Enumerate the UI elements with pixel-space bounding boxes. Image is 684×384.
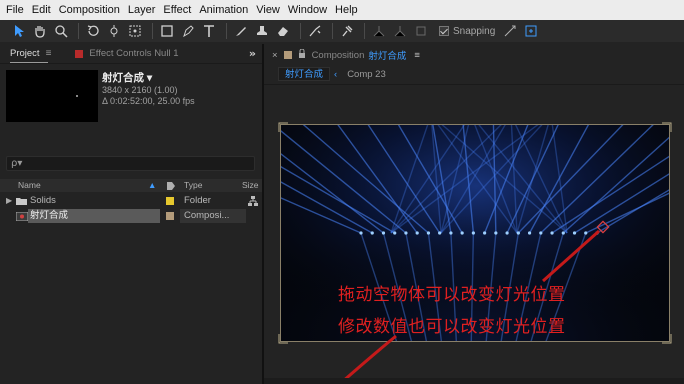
rotate-tool-icon[interactable]: [84, 22, 102, 40]
snap-features-icon[interactable]: [522, 22, 540, 40]
column-type[interactable]: Type: [184, 180, 202, 190]
roto-brush-icon[interactable]: [306, 22, 324, 40]
menu-layer[interactable]: Layer: [126, 4, 162, 16]
effect-controls-color-icon: [75, 49, 84, 58]
puppet-pin-icon[interactable]: [338, 22, 356, 40]
flowchart-icon[interactable]: [248, 196, 258, 209]
snapping-label: Snapping: [453, 25, 496, 37]
menu-edit[interactable]: Edit: [30, 4, 57, 16]
project-panel: Project ≡ Effect Controls Null 1 » 射灯合成 …: [0, 44, 262, 384]
label-color-swatch[interactable]: [166, 197, 174, 205]
row-type: Folder: [184, 195, 211, 206]
label-color-swatch[interactable]: [166, 212, 174, 220]
toolbar-separator: [78, 23, 79, 39]
selected-item-name[interactable]: 射灯合成 ▾: [102, 70, 195, 85]
tab-project[interactable]: Project ≡: [10, 48, 51, 59]
divider: [264, 84, 684, 85]
composition-icon: [15, 211, 29, 224]
project-search-input[interactable]: ρ▾: [6, 156, 255, 171]
zoom-tool-icon[interactable]: [52, 22, 70, 40]
expand-arrow-icon[interactable]: ▶: [6, 194, 12, 208]
selected-item-info: 射灯合成 ▾ 3840 x 2160 (1.00) Δ 0:02:52:00, …: [102, 70, 195, 107]
tab-composition-name: 射灯合成: [368, 51, 407, 62]
sort-ascending-icon[interactable]: ▲: [148, 180, 156, 190]
eraser-tool-icon[interactable]: [274, 22, 292, 40]
tools-toolbar: Snapping: [0, 20, 684, 42]
project-row-solids[interactable]: ▶ Solids Folder: [0, 194, 262, 208]
panel-menu-icon[interactable]: ≡: [46, 48, 52, 59]
brush-tool-icon[interactable]: [232, 22, 250, 40]
camera-orbit-icon[interactable]: [105, 22, 123, 40]
toolbar-separator: [226, 23, 227, 39]
view-axis-icon[interactable]: [412, 22, 430, 40]
snap-edges-icon[interactable]: [501, 22, 519, 40]
thumbnail-dot: [76, 95, 78, 97]
tab-composition[interactable]: × Composition 射灯合成 ≡: [272, 48, 420, 62]
tab-project-label: Project: [10, 48, 40, 59]
toolbar-separator: [332, 23, 333, 39]
row-name: Solids: [30, 195, 56, 206]
row-name: 射灯合成: [28, 209, 160, 223]
breadcrumb-arrow-icon: ‹: [334, 68, 338, 80]
composition-thumbnail: [6, 70, 98, 122]
row-type: Composi...: [180, 209, 246, 223]
panel-overflow-icon[interactable]: »: [249, 47, 256, 60]
project-column-headers: Name ▲ Type Size: [0, 179, 262, 192]
snapping-checkbox[interactable]: [439, 26, 449, 36]
menu-view[interactable]: View: [254, 4, 286, 16]
selection-tool-icon[interactable]: [10, 22, 28, 40]
project-panel-tabs: Project ≡ Effect Controls Null 1 »: [0, 44, 262, 64]
lock-icon[interactable]: [298, 48, 306, 61]
breadcrumb-active[interactable]: 射灯合成: [278, 67, 331, 81]
composition-color-icon: [283, 51, 292, 59]
label-column-icon[interactable]: [166, 180, 176, 192]
selected-item-duration: Δ 0:02:52:00, 25.00 fps: [102, 96, 195, 106]
folder-icon: [16, 197, 27, 208]
composition-panel: × Composition 射灯合成 ≡ 射灯合成 ‹ Comp 23 拖动空物…: [264, 44, 684, 384]
menu-window[interactable]: Window: [286, 4, 333, 16]
toolbar-separator: [300, 23, 301, 39]
breadcrumb-comp[interactable]: Comp 23: [347, 69, 386, 80]
world-axis-icon[interactable]: [391, 22, 409, 40]
menu-bar: File Edit Composition Layer Effect Anima…: [0, 0, 684, 20]
pen-tool-icon[interactable]: [179, 22, 197, 40]
pan-behind-icon[interactable]: [126, 22, 144, 40]
column-name[interactable]: Name: [18, 180, 41, 190]
local-axis-icon[interactable]: [370, 22, 388, 40]
menu-composition[interactable]: Composition: [57, 4, 126, 16]
annotation-line-1: 拖动空物体可以改变灯光位置: [338, 285, 566, 305]
clone-stamp-icon[interactable]: [253, 22, 271, 40]
menu-file[interactable]: File: [4, 4, 30, 16]
active-tab-indicator: [10, 62, 48, 63]
type-tool-icon[interactable]: [200, 22, 218, 40]
toolbar-separator: [364, 23, 365, 39]
tab-composition-prefix: Composition: [311, 49, 365, 61]
selected-item-resolution: 3840 x 2160 (1.00): [102, 85, 178, 95]
tab-effect-controls-label: Effect Controls Null 1: [89, 48, 179, 59]
project-row-composition[interactable]: 射灯合成 Composi...: [0, 209, 262, 223]
panel-menu-icon[interactable]: ≡: [414, 50, 420, 61]
annotation-stroke: [341, 334, 397, 384]
breadcrumb: 射灯合成 ‹ Comp 23: [278, 67, 386, 81]
menu-animation[interactable]: Animation: [197, 4, 254, 16]
close-icon[interactable]: ×: [272, 50, 278, 61]
snapping-toggle[interactable]: Snapping: [439, 26, 495, 37]
menu-effect[interactable]: Effect: [161, 4, 197, 16]
rectangle-tool-icon[interactable]: [158, 22, 176, 40]
horizontal-scrollbar[interactable]: [264, 378, 684, 384]
viewer-frame-corners: [278, 122, 672, 344]
hand-tool-icon[interactable]: [31, 22, 49, 40]
column-size[interactable]: Size: [242, 180, 259, 190]
menu-help[interactable]: Help: [333, 4, 364, 16]
tab-effect-controls[interactable]: Effect Controls Null 1: [75, 48, 178, 59]
toolbar-separator: [152, 23, 153, 39]
